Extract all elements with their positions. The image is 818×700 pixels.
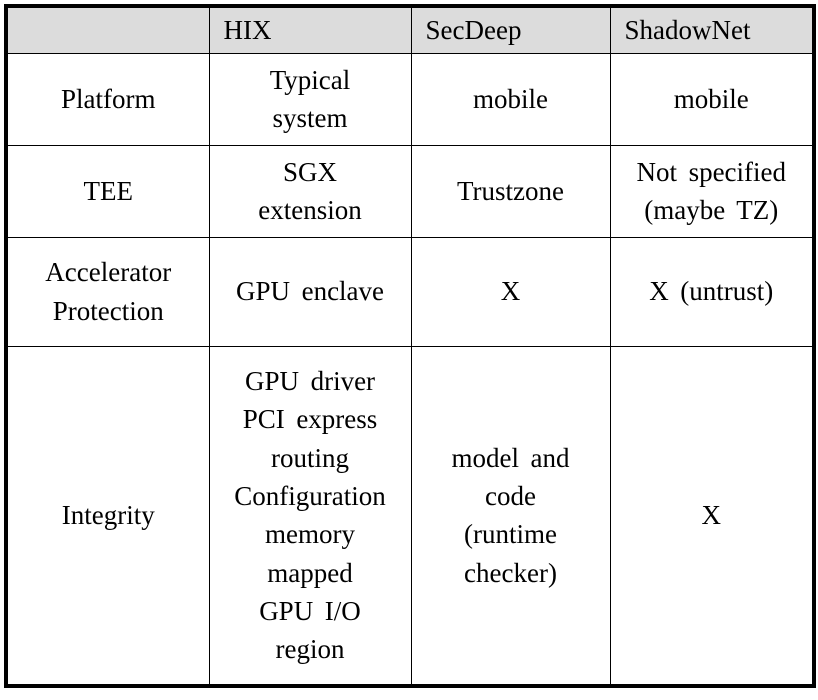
row-label-accelerator-protection: Accelerator Protection — [5, 236, 210, 347]
header-cell-hix: HIX — [208, 5, 412, 54]
cell-line: code — [485, 480, 536, 511]
cell-lines: Integrity — [14, 496, 203, 534]
cell-platform-shadownet: mobile — [609, 52, 815, 146]
cell-line: mobile — [473, 83, 548, 114]
header-cell-shadownet: ShadowNet — [609, 5, 815, 54]
table-row: Accelerator Protection GPU enclave X X (u… — [5, 236, 815, 347]
row-label-platform: Platform — [5, 52, 210, 146]
cell-line: checker) — [464, 557, 557, 588]
header-cell-secdeep: SecDeep — [410, 5, 611, 54]
cell-lines: Typical system — [216, 61, 405, 138]
comparison-table: HIX SecDeep ShadowNet Platform Typical sy… — [4, 4, 816, 688]
cell-line: Typical — [269, 64, 351, 95]
cell-line: Platform — [61, 83, 156, 114]
cell-line: X — [701, 500, 722, 531]
cell-line: Protection — [52, 295, 164, 326]
cell-line: system — [272, 103, 348, 133]
cell-line: GPU driver — [244, 365, 376, 396]
cell-line: PCI express — [242, 404, 378, 435]
cell-lines: Not specified (maybe TZ) — [617, 153, 807, 230]
cell-line: SGX — [282, 156, 337, 187]
table-row: Integrity GPU driver PCI express routing Co… — [5, 345, 815, 687]
cell-lines: GPU enclave — [216, 272, 405, 310]
cell-platform-secdeep: mobile — [410, 52, 611, 146]
header-row: HIX SecDeep ShadowNet — [5, 5, 815, 54]
cell-line: extension — [258, 195, 362, 225]
cell-line: GPU enclave — [235, 276, 385, 307]
cell-line: Trustzone — [456, 175, 564, 206]
cell-line: GPU I/O — [259, 595, 361, 626]
header-cell-corner — [5, 5, 210, 54]
cell-lines: Platform — [14, 80, 203, 118]
cell-integrity-secdeep: model and code (runtime checker) — [410, 345, 611, 687]
cell-line: (runtime — [464, 519, 557, 550]
cell-line: mobile — [673, 83, 749, 114]
cell-lines: Accelerator Protection — [14, 253, 203, 330]
cell-lines: X — [418, 272, 604, 310]
cell-line: region — [275, 634, 345, 665]
cell-line: mapped — [267, 557, 353, 588]
cell-platform-hix: Typical system — [208, 52, 412, 146]
cell-line: Configuration — [234, 480, 386, 511]
row-label-integrity: Integrity — [5, 345, 210, 687]
cell-line: Accelerator — [45, 257, 172, 288]
cell-lines: model and code (runtime checker) — [418, 439, 604, 592]
cell-tee-hix: SGX extension — [208, 144, 412, 238]
cell-line: X — [500, 276, 521, 307]
table-body: Platform Typical system mobile mobile TEE… — [5, 52, 815, 687]
cell-lines: GPU driver PCI express routing Configuratio… — [216, 362, 405, 669]
cell-line: X (untrust) — [649, 276, 774, 307]
row-label-tee: TEE — [5, 144, 210, 238]
cell-integrity-hix: GPU driver PCI express routing Configuratio… — [208, 345, 412, 687]
cell-integrity-shadownet: X — [609, 345, 815, 687]
cell-lines: SGX extension — [216, 153, 405, 230]
cell-line: memory — [265, 519, 355, 550]
cell-lines: mobile — [617, 80, 807, 118]
comparison-table-container: HIX SecDeep ShadowNet Platform Typical sy… — [4, 4, 816, 688]
table-row: TEE SGX extension Trustzone Not specified… — [5, 144, 815, 238]
cell-accel-hix: GPU enclave — [208, 236, 412, 347]
cell-lines: TEE — [14, 172, 203, 210]
cell-tee-secdeep: Trustzone — [410, 144, 611, 238]
cell-accel-secdeep: X — [410, 236, 611, 347]
cell-line: TEE — [83, 175, 133, 206]
cell-lines: mobile — [418, 80, 604, 118]
cell-lines: Trustzone — [418, 172, 604, 210]
cell-lines: X — [617, 496, 807, 534]
cell-line: Not specified — [636, 156, 787, 187]
cell-line: (maybe TZ) — [644, 195, 779, 225]
table-row: Platform Typical system mobile mobile — [5, 52, 815, 146]
cell-lines: X (untrust) — [617, 272, 807, 310]
cell-line: routing — [271, 442, 349, 473]
table-header: HIX SecDeep ShadowNet — [5, 5, 815, 54]
cell-line: model and — [451, 442, 570, 473]
cell-line: Integrity — [61, 500, 155, 531]
cell-accel-shadownet: X (untrust) — [609, 236, 815, 347]
cell-tee-shadownet: Not specified (maybe TZ) — [609, 144, 815, 238]
